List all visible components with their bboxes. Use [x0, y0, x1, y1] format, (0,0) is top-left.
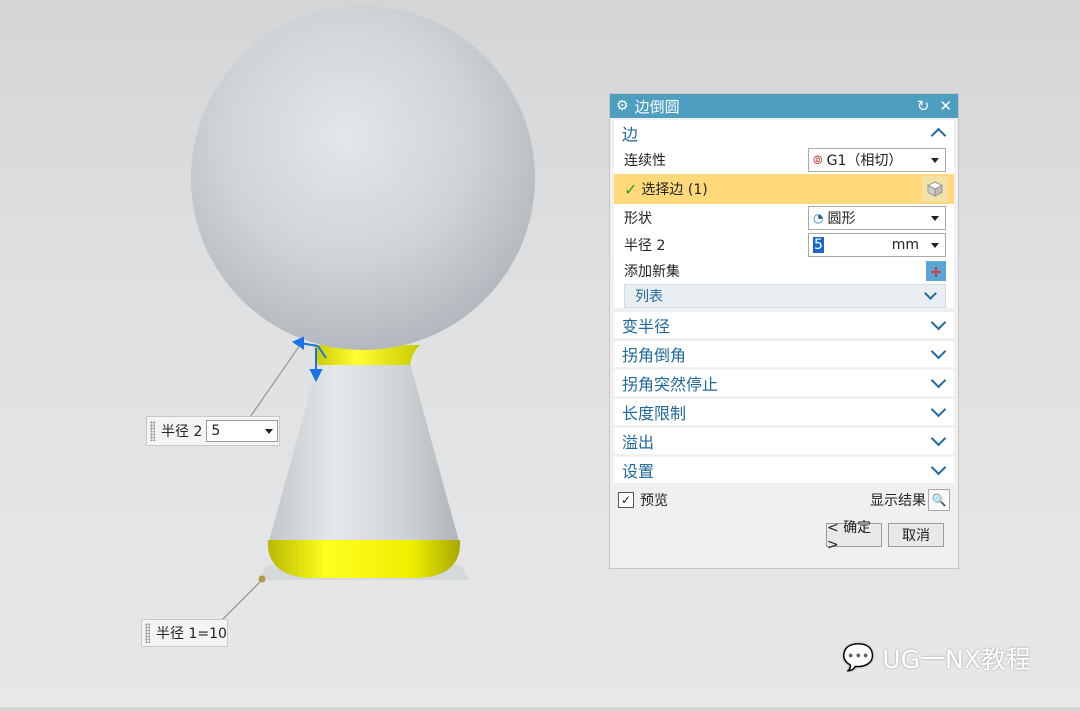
- radius-unit: mm: [891, 237, 919, 253]
- magnifier-icon[interactable]: 🔍: [928, 489, 950, 511]
- radius2-callout[interactable]: 半径 2 5: [146, 416, 280, 446]
- watermark: 💬 UG一NX教程: [842, 640, 1031, 676]
- shape-row: 形状 ◔ 圆形: [614, 204, 954, 232]
- cancel-button[interactable]: 取消: [888, 523, 944, 547]
- radius-label: 半径 2: [624, 238, 666, 254]
- section-settings[interactable]: 设置: [614, 457, 954, 483]
- continuity-label: 连续性: [624, 153, 666, 169]
- select-edge-row[interactable]: ✓ 选择边 (1): [614, 174, 954, 204]
- check-icon: ✓: [624, 179, 638, 199]
- bottom-fillet: [267, 540, 461, 578]
- section-title: 变半径: [622, 317, 671, 336]
- list-label: 列表: [635, 289, 663, 305]
- continuity-dropdown[interactable]: ⦾ G1（相切）: [808, 148, 946, 172]
- radius1-leader: [217, 579, 263, 625]
- section-length-limit[interactable]: 长度限制: [614, 399, 954, 425]
- radius2-callout-label: 半径 2: [161, 424, 203, 440]
- section-edge-title: 边: [622, 125, 639, 144]
- select-edge-label: 选择边 (1): [641, 182, 708, 198]
- add-set-icon[interactable]: +: [926, 261, 946, 281]
- shape-value: 圆形: [827, 211, 856, 227]
- chevron-down-icon[interactable]: [924, 287, 937, 300]
- dropdown-arrow-icon[interactable]: [931, 242, 939, 248]
- continuity-row: 连续性 ⦾ G1（相切）: [614, 146, 954, 174]
- section-title: 拐角突然停止: [622, 375, 719, 394]
- preview-checkbox[interactable]: ✓: [618, 492, 634, 508]
- section-edge: 边 连续性 ⦾ G1（相切）: [614, 120, 954, 174]
- preview-row: ✓ 预览 显示结果 🔍: [610, 487, 958, 513]
- section-title: 溢出: [622, 433, 655, 452]
- gear-icon[interactable]: ⚙: [616, 98, 629, 114]
- chevron-down-icon[interactable]: [930, 430, 947, 447]
- add-set-label: 添加新集: [624, 264, 680, 280]
- section-variable-radius[interactable]: 变半径: [614, 312, 954, 338]
- sphere-body: [191, 6, 535, 350]
- section-title: 设置: [622, 462, 655, 481]
- dropdown-arrow-icon[interactable]: [931, 215, 939, 221]
- list-toggle[interactable]: 列表: [624, 284, 946, 308]
- button-bar: < 确定 > 取消: [610, 513, 958, 553]
- radius-row: 半径 2 5 mm: [614, 232, 954, 258]
- section-edge-header[interactable]: 边: [614, 120, 954, 146]
- edge-blend-dialog: ⚙ 边倒圆 ↻ ✕ 边 连续性 ⦾ G1（相切） ✓ 选择边 (1) 形状 ◔ …: [609, 93, 959, 569]
- radius2-callout-value[interactable]: 5: [211, 423, 220, 439]
- drag-grip-icon[interactable]: [150, 421, 155, 441]
- show-result-label: 显示结果: [870, 493, 926, 509]
- radius-input[interactable]: 5 mm: [808, 233, 946, 257]
- chevron-down-icon[interactable]: [930, 314, 947, 331]
- continuity-value: G1（相切）: [826, 153, 903, 169]
- radius-value[interactable]: 5: [813, 237, 824, 253]
- chevron-down-icon[interactable]: [930, 343, 947, 360]
- drag-grip-icon[interactable]: [145, 623, 150, 643]
- close-icon[interactable]: ✕: [939, 97, 952, 115]
- section-stop-short-of-corner[interactable]: 拐角突然停止: [614, 370, 954, 396]
- ok-button[interactable]: < 确定 >: [826, 520, 882, 553]
- chevron-up-icon[interactable]: [930, 127, 947, 144]
- radius2-leader: [247, 344, 301, 421]
- edge-select-cube-icon[interactable]: [922, 176, 948, 202]
- radius2-callout-select[interactable]: 5: [206, 420, 279, 442]
- dialog-title: 边倒圆: [634, 97, 680, 116]
- shape-label: 形状: [624, 211, 652, 227]
- chevron-down-icon[interactable]: [930, 459, 947, 476]
- reset-icon[interactable]: ↻: [917, 97, 930, 115]
- shape-dropdown[interactable]: ◔ 圆形: [808, 206, 946, 230]
- preview-label: 预览: [640, 493, 668, 509]
- section-overflow[interactable]: 溢出: [614, 428, 954, 454]
- watermark-text: UG一NX教程: [882, 645, 1031, 674]
- section-title: 拐角倒角: [622, 346, 687, 365]
- add-set-row: 添加新集 +: [614, 258, 954, 284]
- radius1-callout[interactable]: 半径 1=10: [141, 619, 228, 647]
- dropdown-arrow-icon[interactable]: [265, 428, 274, 434]
- continuity-icon: ⦾: [813, 152, 823, 167]
- chevron-down-icon[interactable]: [930, 401, 947, 418]
- wechat-icon: 💬: [842, 643, 875, 673]
- shape-icon: ◔: [813, 211, 824, 225]
- section-corner-setback[interactable]: 拐角倒角: [614, 341, 954, 367]
- section-title: 长度限制: [622, 404, 687, 423]
- section-edge-cont: 形状 ◔ 圆形 半径 2 5 mm 添加新集 + 列表: [614, 204, 954, 308]
- cone-body: [268, 363, 460, 545]
- dropdown-arrow-icon[interactable]: [931, 157, 939, 163]
- chevron-down-icon[interactable]: [930, 372, 947, 389]
- radius1-callout-label: 半径 1=10: [156, 626, 227, 642]
- radius1-handle: [258, 575, 266, 583]
- dialog-titlebar[interactable]: ⚙ 边倒圆 ↻ ✕: [610, 94, 958, 118]
